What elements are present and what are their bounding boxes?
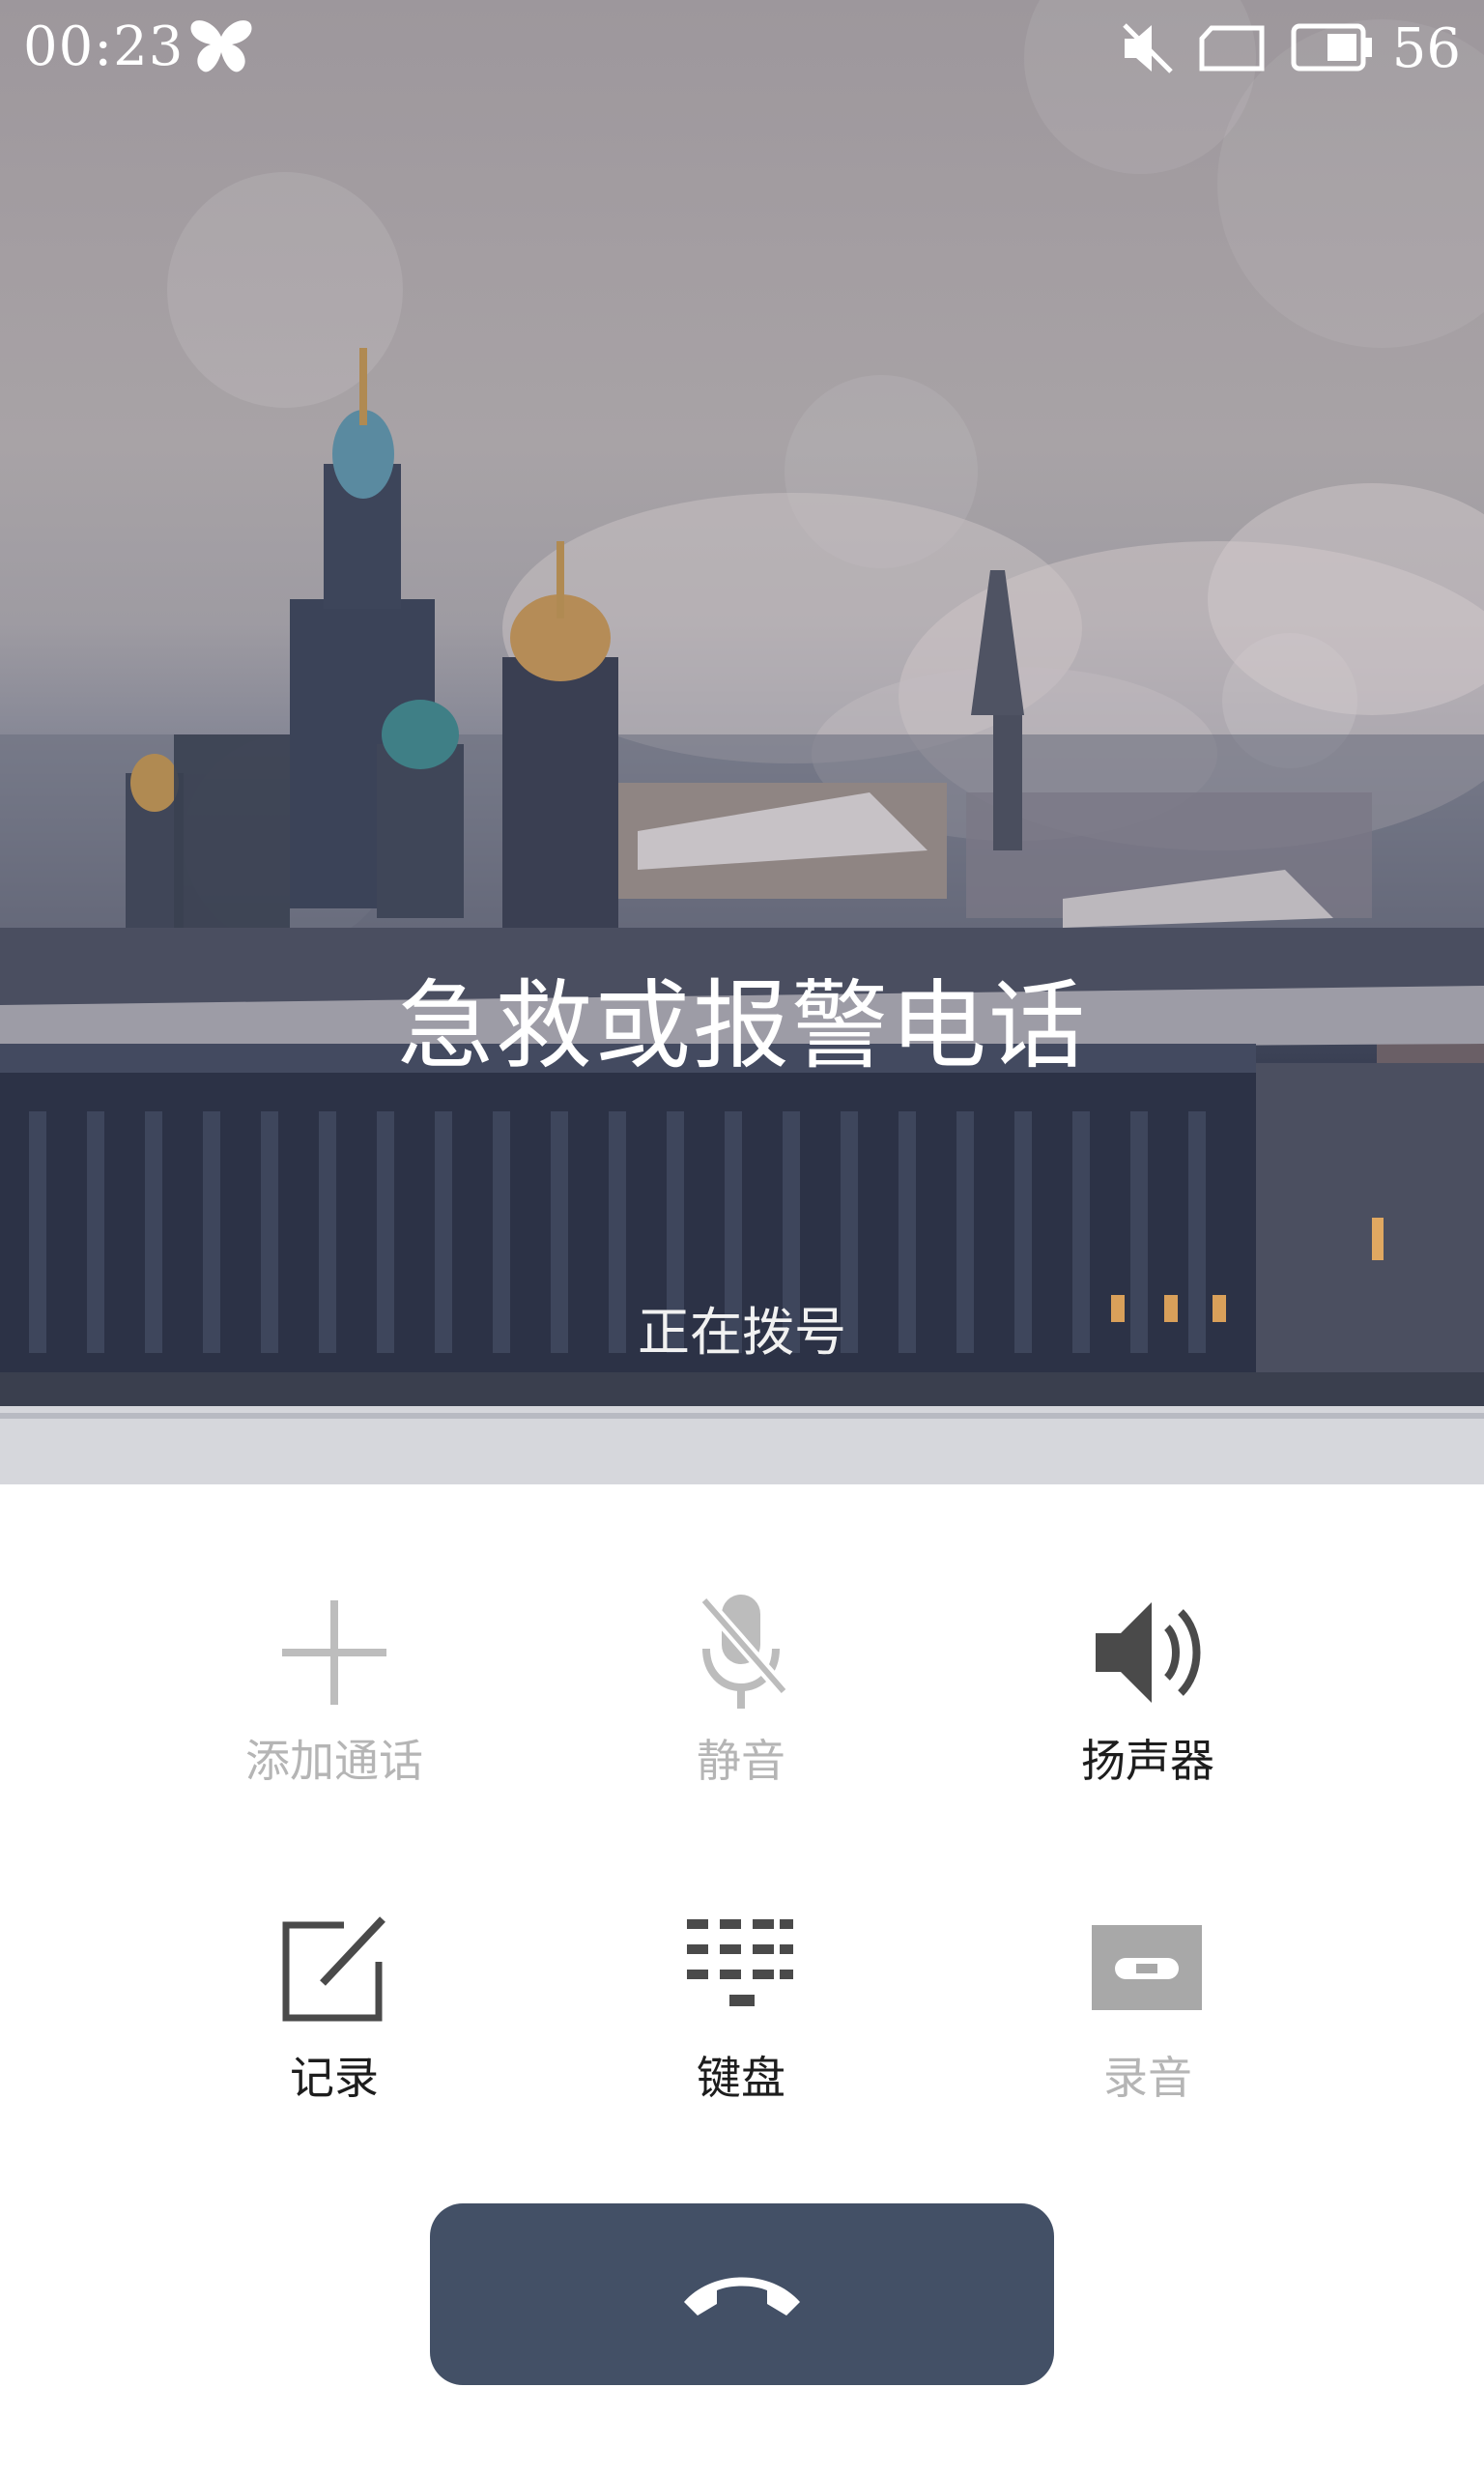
microphone-off-icon xyxy=(683,1595,799,1711)
speaker-label: 扬声器 xyxy=(1081,1735,1214,1787)
call-state: 正在拨号 xyxy=(638,1302,846,1363)
end-call-button[interactable] xyxy=(430,2203,1054,2385)
city-skyline-illustration xyxy=(0,0,1484,1484)
note-label: 记录 xyxy=(290,2052,379,2104)
add-call-button[interactable]: 添加通话 xyxy=(189,1595,479,1817)
status-time: 00:23 xyxy=(23,15,185,78)
mute-button[interactable]: 静音 xyxy=(596,1595,886,1817)
note-button[interactable]: 记录 xyxy=(189,1912,479,2134)
caller-background-photo: 00:23 56 急救或报警电话 正在拨号 xyxy=(0,0,1484,1484)
status-bar: 00:23 56 xyxy=(0,0,1484,101)
voicemail-icon xyxy=(1090,1912,1206,2028)
speaker-button[interactable]: 扬声器 xyxy=(1003,1595,1293,1817)
battery-percent: 56 xyxy=(1391,17,1461,80)
add-call-label: 添加通话 xyxy=(245,1735,423,1787)
record-button[interactable]: 录音 xyxy=(1003,1912,1293,2134)
caller-name: 急救或报警电话 xyxy=(397,969,1087,1082)
mute-label: 静音 xyxy=(697,1735,785,1787)
keypad-label: 键盘 xyxy=(697,2052,785,2104)
edit-note-icon xyxy=(276,1912,392,2028)
speaker-icon xyxy=(1090,1595,1206,1711)
hang-up-icon xyxy=(674,2246,810,2343)
keypad-icon xyxy=(683,1912,799,2028)
record-label: 录音 xyxy=(1103,2052,1192,2104)
keypad-button[interactable]: 键盘 xyxy=(596,1912,886,2134)
plus-icon xyxy=(276,1595,392,1711)
